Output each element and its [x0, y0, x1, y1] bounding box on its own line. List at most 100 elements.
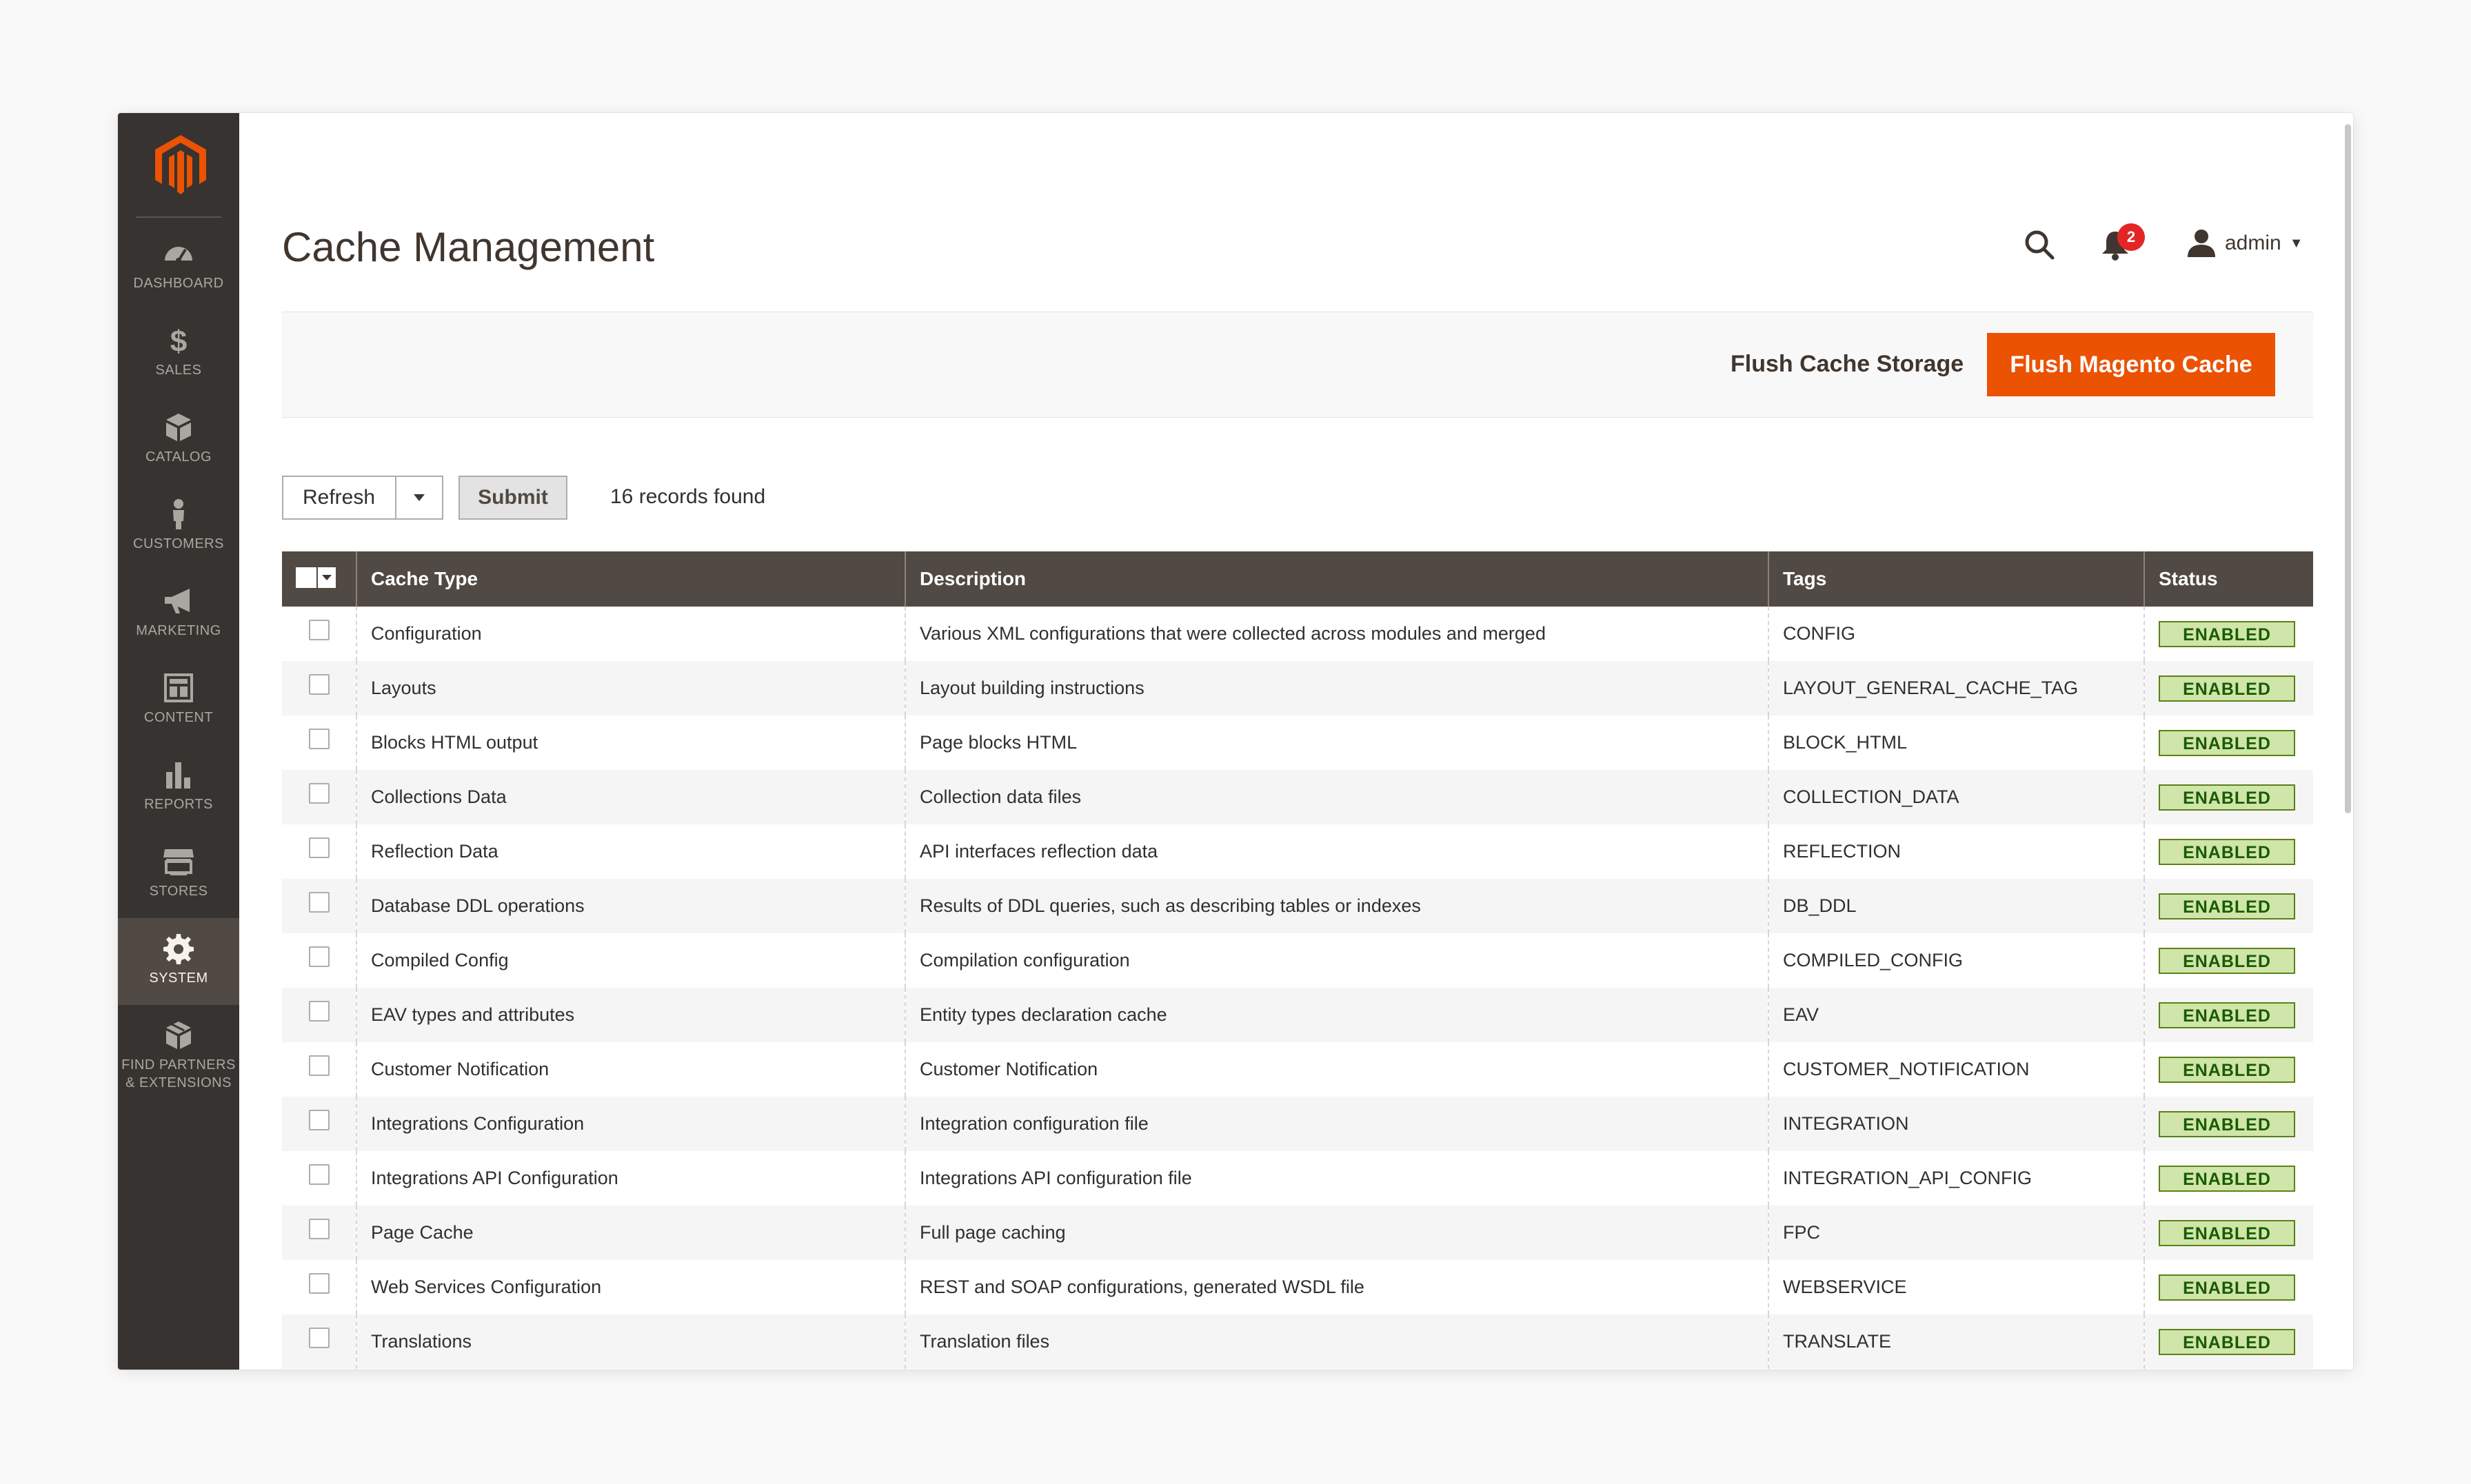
cache-type-cell: Customer Notification	[356, 1042, 905, 1097]
cache-type-cell: EAV types and attributes	[356, 988, 905, 1042]
sidebar-item-label: REPORTS	[144, 797, 213, 812]
description-cell: API interfaces reflection data	[905, 824, 1768, 879]
row-checkbox[interactable]	[308, 892, 330, 913]
store-icon	[162, 845, 195, 878]
sidebar-item-sales[interactable]: $ SALES	[118, 310, 239, 397]
table-row[interactable]: Compiled Config Compilation configuration…	[282, 933, 2313, 988]
sidebar-item-content[interactable]: CONTENT	[118, 658, 239, 744]
row-checkbox[interactable]	[308, 837, 330, 859]
user-icon	[2188, 230, 2215, 257]
cache-type-cell: Web Services Configuration	[356, 1260, 905, 1314]
notification-count-badge: 2	[2117, 223, 2145, 251]
row-checkbox[interactable]	[308, 1273, 330, 1294]
row-checkbox[interactable]	[308, 620, 330, 641]
row-select-cell	[282, 1097, 356, 1151]
sidebar-item-label: CONTENT	[143, 710, 214, 725]
status-badge: ENABLED	[2159, 1110, 2295, 1137]
row-select-cell	[282, 933, 356, 988]
status-badge: ENABLED	[2159, 1165, 2295, 1192]
sidebar-item-partners[interactable]: FIND PARTNERS & EXTENSIONS	[118, 1005, 239, 1108]
row-checkbox[interactable]	[308, 674, 330, 695]
status-cell: ENABLED	[2144, 1260, 2313, 1314]
description-cell: Layout building instructions	[905, 661, 1768, 715]
submit-button[interactable]: Submit	[458, 476, 567, 520]
user-name: admin	[2225, 232, 2281, 254]
row-checkbox[interactable]	[308, 1110, 330, 1131]
row-select-cell	[282, 879, 356, 933]
cache-type-cell: Integrations Configuration	[356, 1097, 905, 1151]
cache-type-cell: Reflection Data	[356, 824, 905, 879]
tags-cell: BLOCK_HTML	[1768, 715, 2144, 770]
row-select-cell	[282, 824, 356, 879]
magento-logo[interactable]	[154, 134, 208, 196]
status-cell: ENABLED	[2144, 824, 2313, 879]
status-badge: ENABLED	[2159, 729, 2295, 756]
table-row[interactable]: Web Services Configuration REST and SOAP …	[282, 1260, 2313, 1314]
status-badge: ENABLED	[2159, 675, 2295, 702]
grid-body: Configuration Various XML configurations …	[282, 607, 2313, 1369]
status-badge: ENABLED	[2159, 1274, 2295, 1301]
mass-action-dropdown-toggle[interactable]	[395, 477, 442, 518]
row-checkbox[interactable]	[308, 1219, 330, 1240]
table-row[interactable]: Collections Data Collection data files COL…	[282, 770, 2313, 824]
table-row[interactable]: Layouts Layout building instructions LAYOU…	[282, 661, 2313, 715]
scrollbar-thumb[interactable]	[2345, 124, 2351, 813]
cache-type-cell: Compiled Config	[356, 933, 905, 988]
dashboard-icon	[162, 237, 195, 270]
row-select-cell	[282, 1206, 356, 1260]
sidebar-item-system[interactable]: SYSTEM	[118, 918, 239, 1005]
table-row[interactable]: Customer Notification Customer Notificati…	[282, 1042, 2313, 1097]
row-select-cell	[282, 1151, 356, 1206]
status-cell: ENABLED	[2144, 1097, 2313, 1151]
page-actions-bar: Flush Cache Storage Flush Magento Cache	[282, 312, 2313, 418]
tags-cell: LAYOUT_GENERAL_CACHE_TAG	[1768, 661, 2144, 715]
description-cell: Compilation configuration	[905, 933, 1768, 988]
flush-cache-storage-button[interactable]: Flush Cache Storage	[1718, 333, 1976, 395]
table-row[interactable]: Blocks HTML output Page blocks HTML BLOCK_…	[282, 715, 2313, 770]
search-icon[interactable]	[2022, 227, 2057, 262]
sidebar-item-catalog[interactable]: CATALOG	[118, 397, 239, 484]
table-row[interactable]: Translations Translation files TRANSLATE EN…	[282, 1314, 2313, 1369]
table-row[interactable]: Database DDL operations Results of DDL qu…	[282, 879, 2313, 933]
row-checkbox[interactable]	[308, 946, 330, 968]
sidebar-item-marketing[interactable]: MARKETING	[118, 571, 239, 658]
row-checkbox[interactable]	[308, 1328, 330, 1349]
tags-cell: CUSTOMER_NOTIFICATION	[1768, 1042, 2144, 1097]
description-cell: Integration configuration file	[905, 1097, 1768, 1151]
row-checkbox[interactable]	[308, 1164, 330, 1186]
sidebar-item-dashboard[interactable]: DASHBOARD	[118, 223, 239, 310]
sidebar-item-customers[interactable]: CUSTOMERS	[118, 484, 239, 571]
sidebar-divider	[136, 216, 221, 218]
table-row[interactable]: Integrations Configuration Integration co…	[282, 1097, 2313, 1151]
table-row[interactable]: Reflection Data API interfaces reflection…	[282, 824, 2313, 879]
person-icon	[162, 498, 195, 531]
row-select-cell	[282, 661, 356, 715]
table-row[interactable]: EAV types and attributes Entity types dec…	[282, 988, 2313, 1042]
user-menu[interactable]: admin ▼	[2186, 226, 2303, 261]
mass-select-checkbox[interactable]	[296, 565, 336, 590]
table-row[interactable]: Page Cache Full page caching FPC ENABLED	[282, 1206, 2313, 1260]
table-row[interactable]: Integrations API Configuration Integratio…	[282, 1151, 2313, 1206]
sidebar-item-stores[interactable]: STORES	[118, 831, 239, 918]
status-badge: ENABLED	[2159, 893, 2295, 919]
mass-action-select[interactable]: Refresh	[282, 476, 443, 520]
mass-select-dropdown-toggle[interactable]	[318, 567, 336, 588]
scrollbar[interactable]	[2342, 113, 2353, 1370]
flush-magento-cache-button[interactable]: Flush Magento Cache	[1987, 333, 2275, 396]
description-cell: Customer Notification	[905, 1042, 1768, 1097]
row-checkbox[interactable]	[308, 1001, 330, 1022]
row-select-cell	[282, 1260, 356, 1314]
tags-cell: INTEGRATION_API_CONFIG	[1768, 1151, 2144, 1206]
row-checkbox[interactable]	[308, 783, 330, 804]
megaphone-icon	[162, 585, 195, 618]
cache-type-cell: Translations	[356, 1314, 905, 1369]
table-row[interactable]: Configuration Various XML configurations …	[282, 607, 2313, 661]
sidebar-item-reports[interactable]: REPORTS	[118, 744, 239, 831]
sidebar-item-label: SYSTEM	[149, 970, 208, 986]
select-all-checkbox[interactable]	[296, 567, 316, 588]
description-cell: Results of DDL queries, such as describi…	[905, 879, 1768, 933]
row-checkbox[interactable]	[308, 729, 330, 750]
tags-cell: WEBSERVICE	[1768, 1260, 2144, 1314]
description-cell: Translation files	[905, 1314, 1768, 1369]
row-checkbox[interactable]	[308, 1055, 330, 1077]
